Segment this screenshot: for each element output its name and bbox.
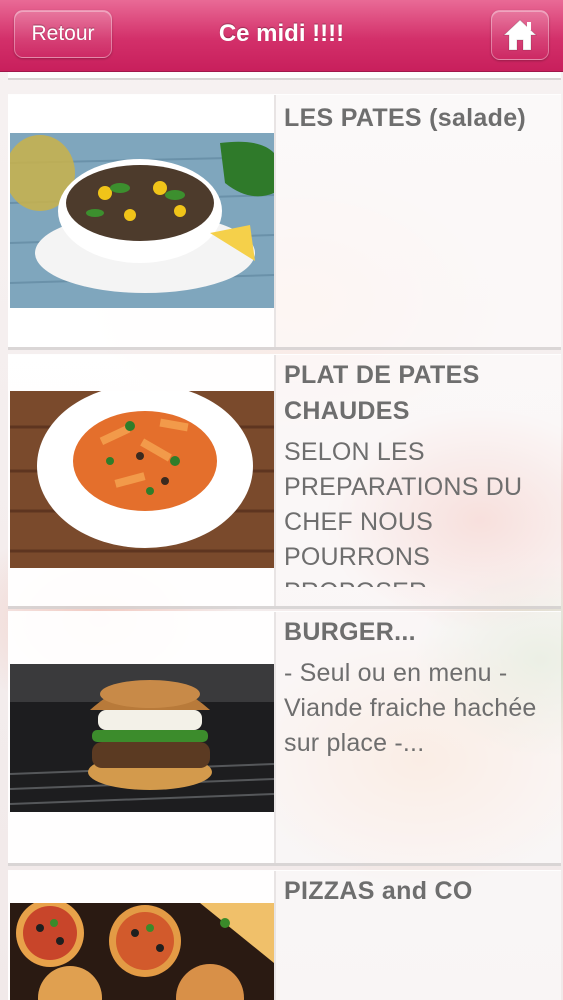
item-text: BURGER... - Seul ou en menu - Viande fra…: [284, 612, 555, 761]
thumb-column: [8, 355, 276, 606]
home-icon: [502, 19, 538, 51]
thumb-column: [8, 612, 276, 863]
item-title: LES PATES (salade): [284, 104, 527, 132]
item-title: PLAT DE PATES CHAUDES: [284, 361, 480, 425]
item-description: SELON LES PREPARATIONS DU CHEF NOUS POUR…: [284, 438, 523, 587]
menu-item-pasta-salad[interactable]: LES PATES (salade): [8, 94, 561, 350]
item-text: PLAT DE PATES CHAUDES SELON LES PREPARAT…: [284, 355, 555, 587]
nav-bar: Retour Ce midi !!!!: [0, 0, 563, 72]
menu-item-burger[interactable]: BURGER... - Seul ou en menu - Viande fra…: [8, 611, 561, 866]
menu-list[interactable]: LES PATES (salade) PLAT DE PATES CHAUDES…: [0, 72, 563, 1000]
item-title: PIZZAS and CO: [284, 877, 473, 905]
thumb-column: [8, 95, 276, 347]
pasta-salad-photo: [10, 133, 274, 308]
list-item-partial: [8, 72, 561, 80]
pizzas-photo: [10, 903, 274, 1000]
burger-photo: [10, 664, 274, 812]
menu-item-hot-pasta[interactable]: PLAT DE PATES CHAUDES SELON LES PREPARAT…: [8, 354, 561, 609]
back-button[interactable]: Retour: [14, 10, 112, 58]
item-description: - Seul ou en menu - Viande fraiche haché…: [284, 659, 537, 757]
thumb-column: [8, 871, 276, 1000]
page-title: Ce midi !!!!: [218, 20, 345, 47]
home-button[interactable]: [491, 10, 549, 60]
penne-plate-photo: [10, 391, 274, 568]
item-text: LES PATES (salade): [284, 95, 555, 142]
item-title: BURGER...: [284, 618, 416, 646]
item-text: PIZZAS and CO: [284, 871, 555, 915]
menu-item-pizzas[interactable]: PIZZAS and CO: [8, 870, 561, 1000]
